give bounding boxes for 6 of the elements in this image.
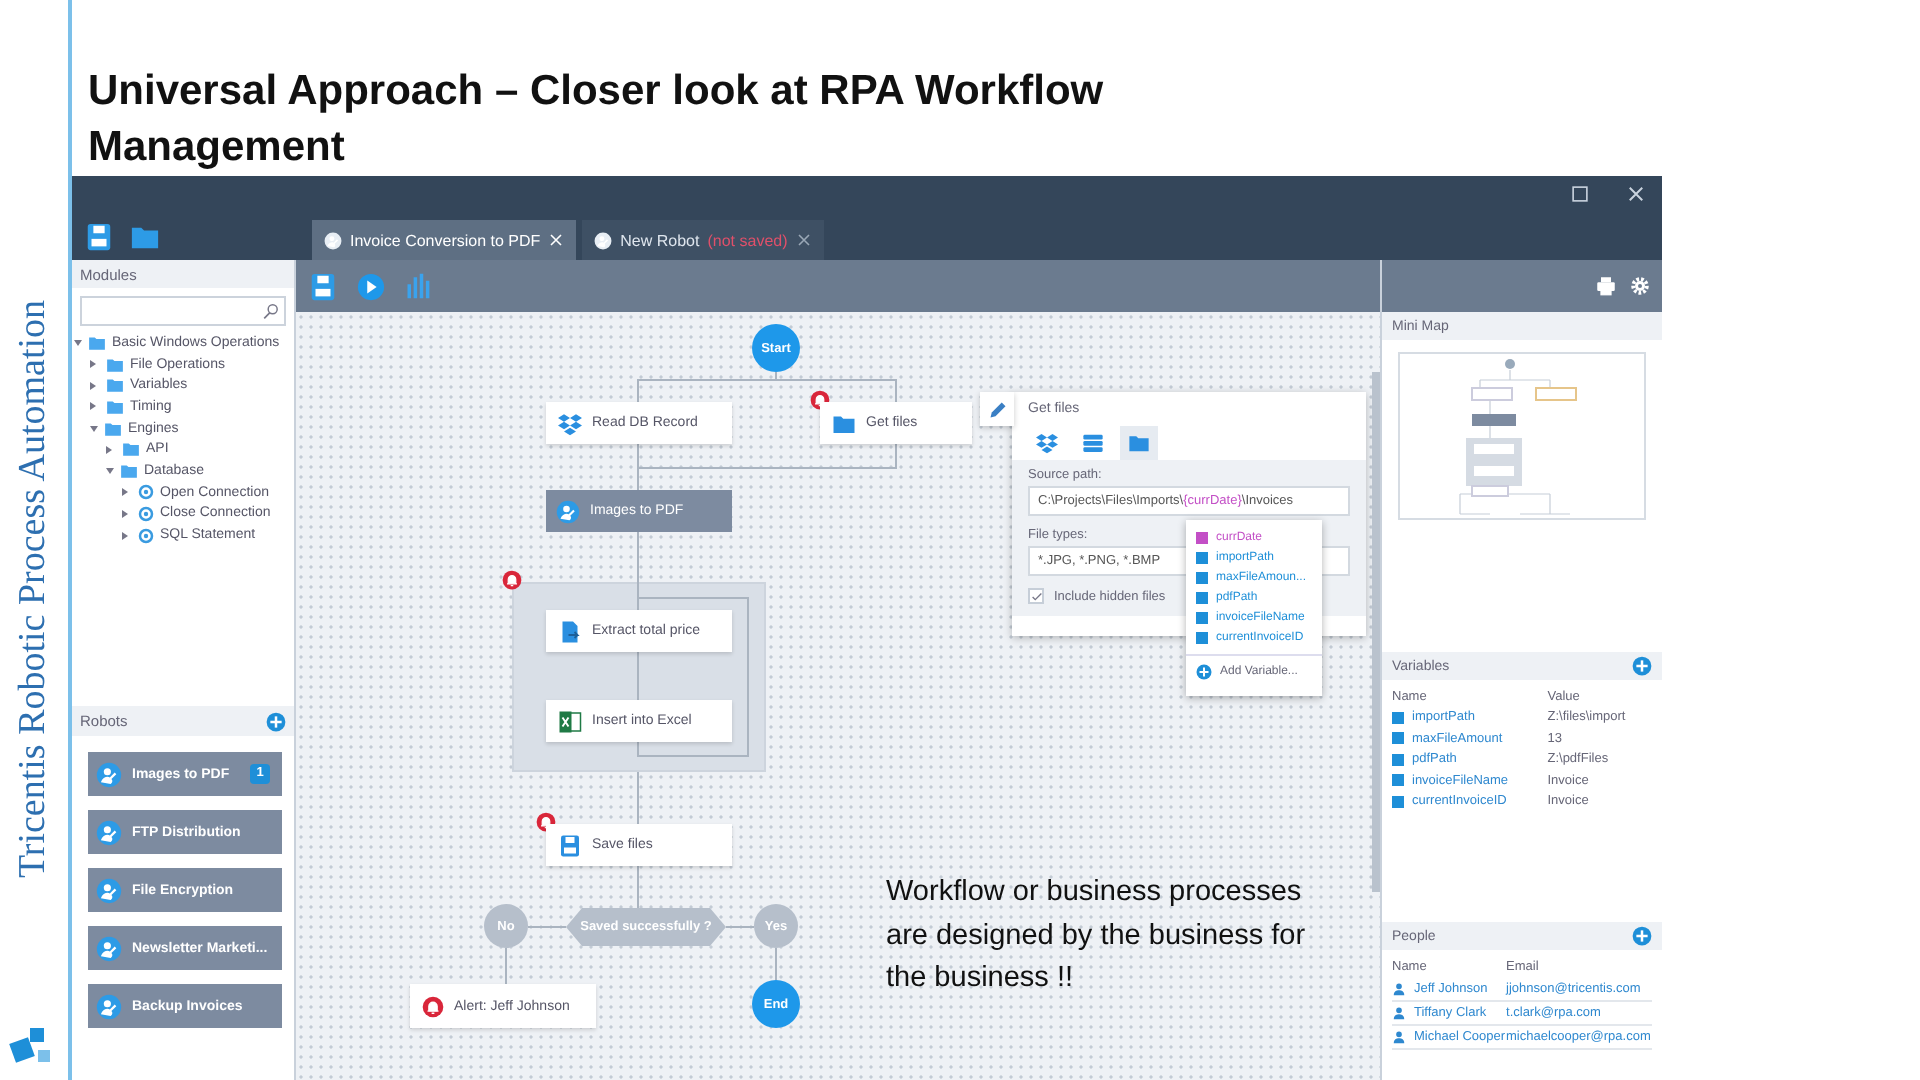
- slide-note: Workflow or business processes are designed by the business for the business !!: [886, 874, 1308, 998]
- unsaved-note: (not saved): [707, 231, 788, 249]
- slide-title: Universal Approach – Closer look at RPA Workflow Management: [86, 66, 1106, 174]
- tab-label: Invoice Conversion to PDF: [350, 231, 541, 249]
- side-caption: Tricentis Robotic Process Automation: [12, 300, 56, 879]
- tab-label: New Robot: [620, 231, 700, 249]
